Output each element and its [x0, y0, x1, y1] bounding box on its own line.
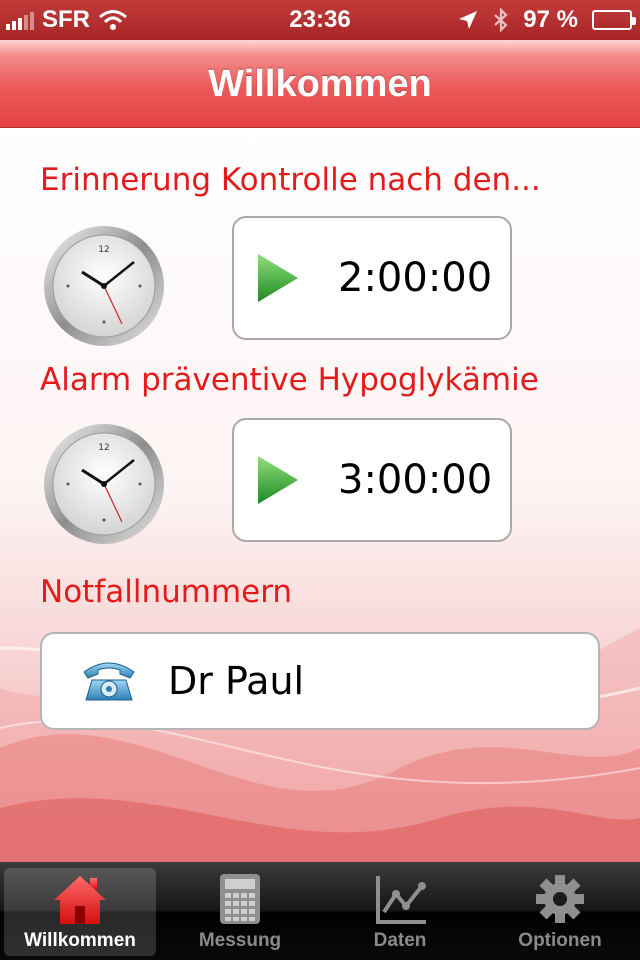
- reminder-time-value: 2:00:00: [338, 255, 493, 301]
- battery-percent: 97 %: [523, 6, 578, 33]
- status-right-group: 97 %: [457, 6, 636, 34]
- contact-name: Dr Paul: [168, 659, 305, 703]
- tab-messung[interactable]: Messung: [160, 862, 320, 960]
- emergency-numbers-label: Notfallnummern: [40, 574, 293, 610]
- page-title: Willkommen: [208, 63, 432, 105]
- clock-icon: 12: [44, 424, 164, 544]
- reminder-timer-button[interactable]: 2:00:00: [232, 216, 512, 340]
- svg-text:12: 12: [98, 443, 109, 453]
- alarm-time-value: 3:00:00: [338, 457, 493, 503]
- tab-label: Willkommen: [24, 930, 136, 951]
- house-icon: [54, 876, 106, 924]
- tab-bar: Willkommen Messung Daten Optionen: [0, 862, 640, 960]
- clock-icon: 12: [44, 226, 164, 346]
- main-content: Erinnerung Kontrolle nach den... 12 2:00…: [0, 128, 640, 862]
- tab-daten[interactable]: Daten: [320, 862, 480, 960]
- location-arrow-icon: [459, 11, 478, 29]
- tab-label: Optionen: [518, 930, 602, 951]
- gear-icon: [536, 875, 584, 923]
- tab-optionen[interactable]: Optionen: [480, 862, 640, 960]
- play-icon: [258, 254, 298, 302]
- svg-text:12: 12: [98, 245, 109, 255]
- bluetooth-icon: [494, 8, 508, 32]
- tab-label: Daten: [373, 930, 427, 951]
- tab-label: Messung: [198, 930, 282, 951]
- chart-icon: [376, 876, 426, 924]
- play-icon: [258, 456, 298, 504]
- calculator-icon: [220, 874, 260, 924]
- tab-willkommen[interactable]: Willkommen: [0, 862, 160, 960]
- alarm-timer-button[interactable]: 3:00:00: [232, 418, 512, 542]
- navigation-bar: Willkommen: [0, 40, 640, 128]
- status-bar: SFR 23:36 97 %: [0, 0, 640, 40]
- telephone-icon: [83, 662, 135, 701]
- reminder-label: Erinnerung Kontrolle nach den...: [40, 162, 541, 198]
- battery-icon: [592, 10, 636, 30]
- alarm-label: Alarm präventive Hypoglykämie: [40, 362, 539, 398]
- emergency-contact-button[interactable]: Dr Paul: [40, 632, 600, 730]
